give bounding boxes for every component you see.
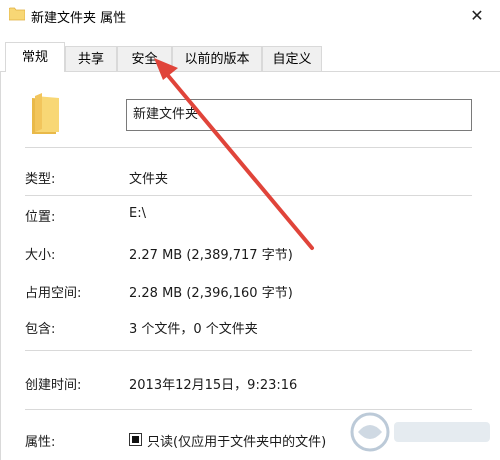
location-value: E:\ (129, 206, 146, 221)
tab-label: 安全 (131, 52, 158, 67)
tab-label: 常规 (21, 50, 48, 65)
close-button[interactable]: ✕ (454, 0, 500, 32)
attributes-label: 属性: (25, 435, 56, 450)
tab-label: 以前的版本 (184, 52, 250, 67)
size-label: 大小: (25, 248, 56, 263)
contains-value: 3 个文件，0 个文件夹 (129, 322, 258, 337)
size-on-disk-label: 占用空间: (25, 286, 82, 301)
divider (25, 350, 472, 351)
window-title: 新建文件夹 属性 (31, 11, 127, 26)
tab-label: 自定义 (272, 52, 312, 67)
contains-label: 包含: (25, 322, 56, 337)
tab-label: 共享 (77, 52, 104, 67)
readonly-checkbox[interactable] (129, 433, 142, 446)
checkbox-indeterminate-mark (132, 436, 139, 443)
watermark-logo (350, 412, 490, 452)
type-label: 类型: (25, 172, 56, 187)
created-label: 创建时间: (25, 378, 82, 393)
tab-general[interactable]: 常规 (5, 42, 65, 72)
tab-previous-versions[interactable]: 以前的版本 (172, 46, 262, 71)
close-icon: ✕ (470, 6, 484, 25)
tab-sharing[interactable]: 共享 (65, 46, 117, 71)
folder-name-field[interactable]: 新建文件夹 (126, 99, 472, 131)
location-label: 位置: (25, 210, 56, 225)
size-value: 2.27 MB (2,389,717 字节) (129, 248, 293, 263)
readonly-label: 只读(仅应用于文件夹中的文件) (147, 435, 327, 450)
size-on-disk-value: 2.28 MB (2,396,160 字节) (129, 286, 293, 301)
divider (25, 195, 472, 196)
title-bar: 新建文件夹 属性 ✕ (0, 0, 500, 32)
tab-security[interactable]: 安全 (117, 46, 172, 71)
created-value: 2013年12月15日，9:23:16 (129, 378, 298, 393)
type-value: 文件夹 (129, 172, 169, 187)
folder-icon (32, 93, 59, 134)
divider (25, 147, 472, 148)
tab-customize[interactable]: 自定义 (262, 46, 322, 71)
folder-name-value: 新建文件夹 (133, 107, 199, 122)
folder-icon (9, 7, 25, 21)
